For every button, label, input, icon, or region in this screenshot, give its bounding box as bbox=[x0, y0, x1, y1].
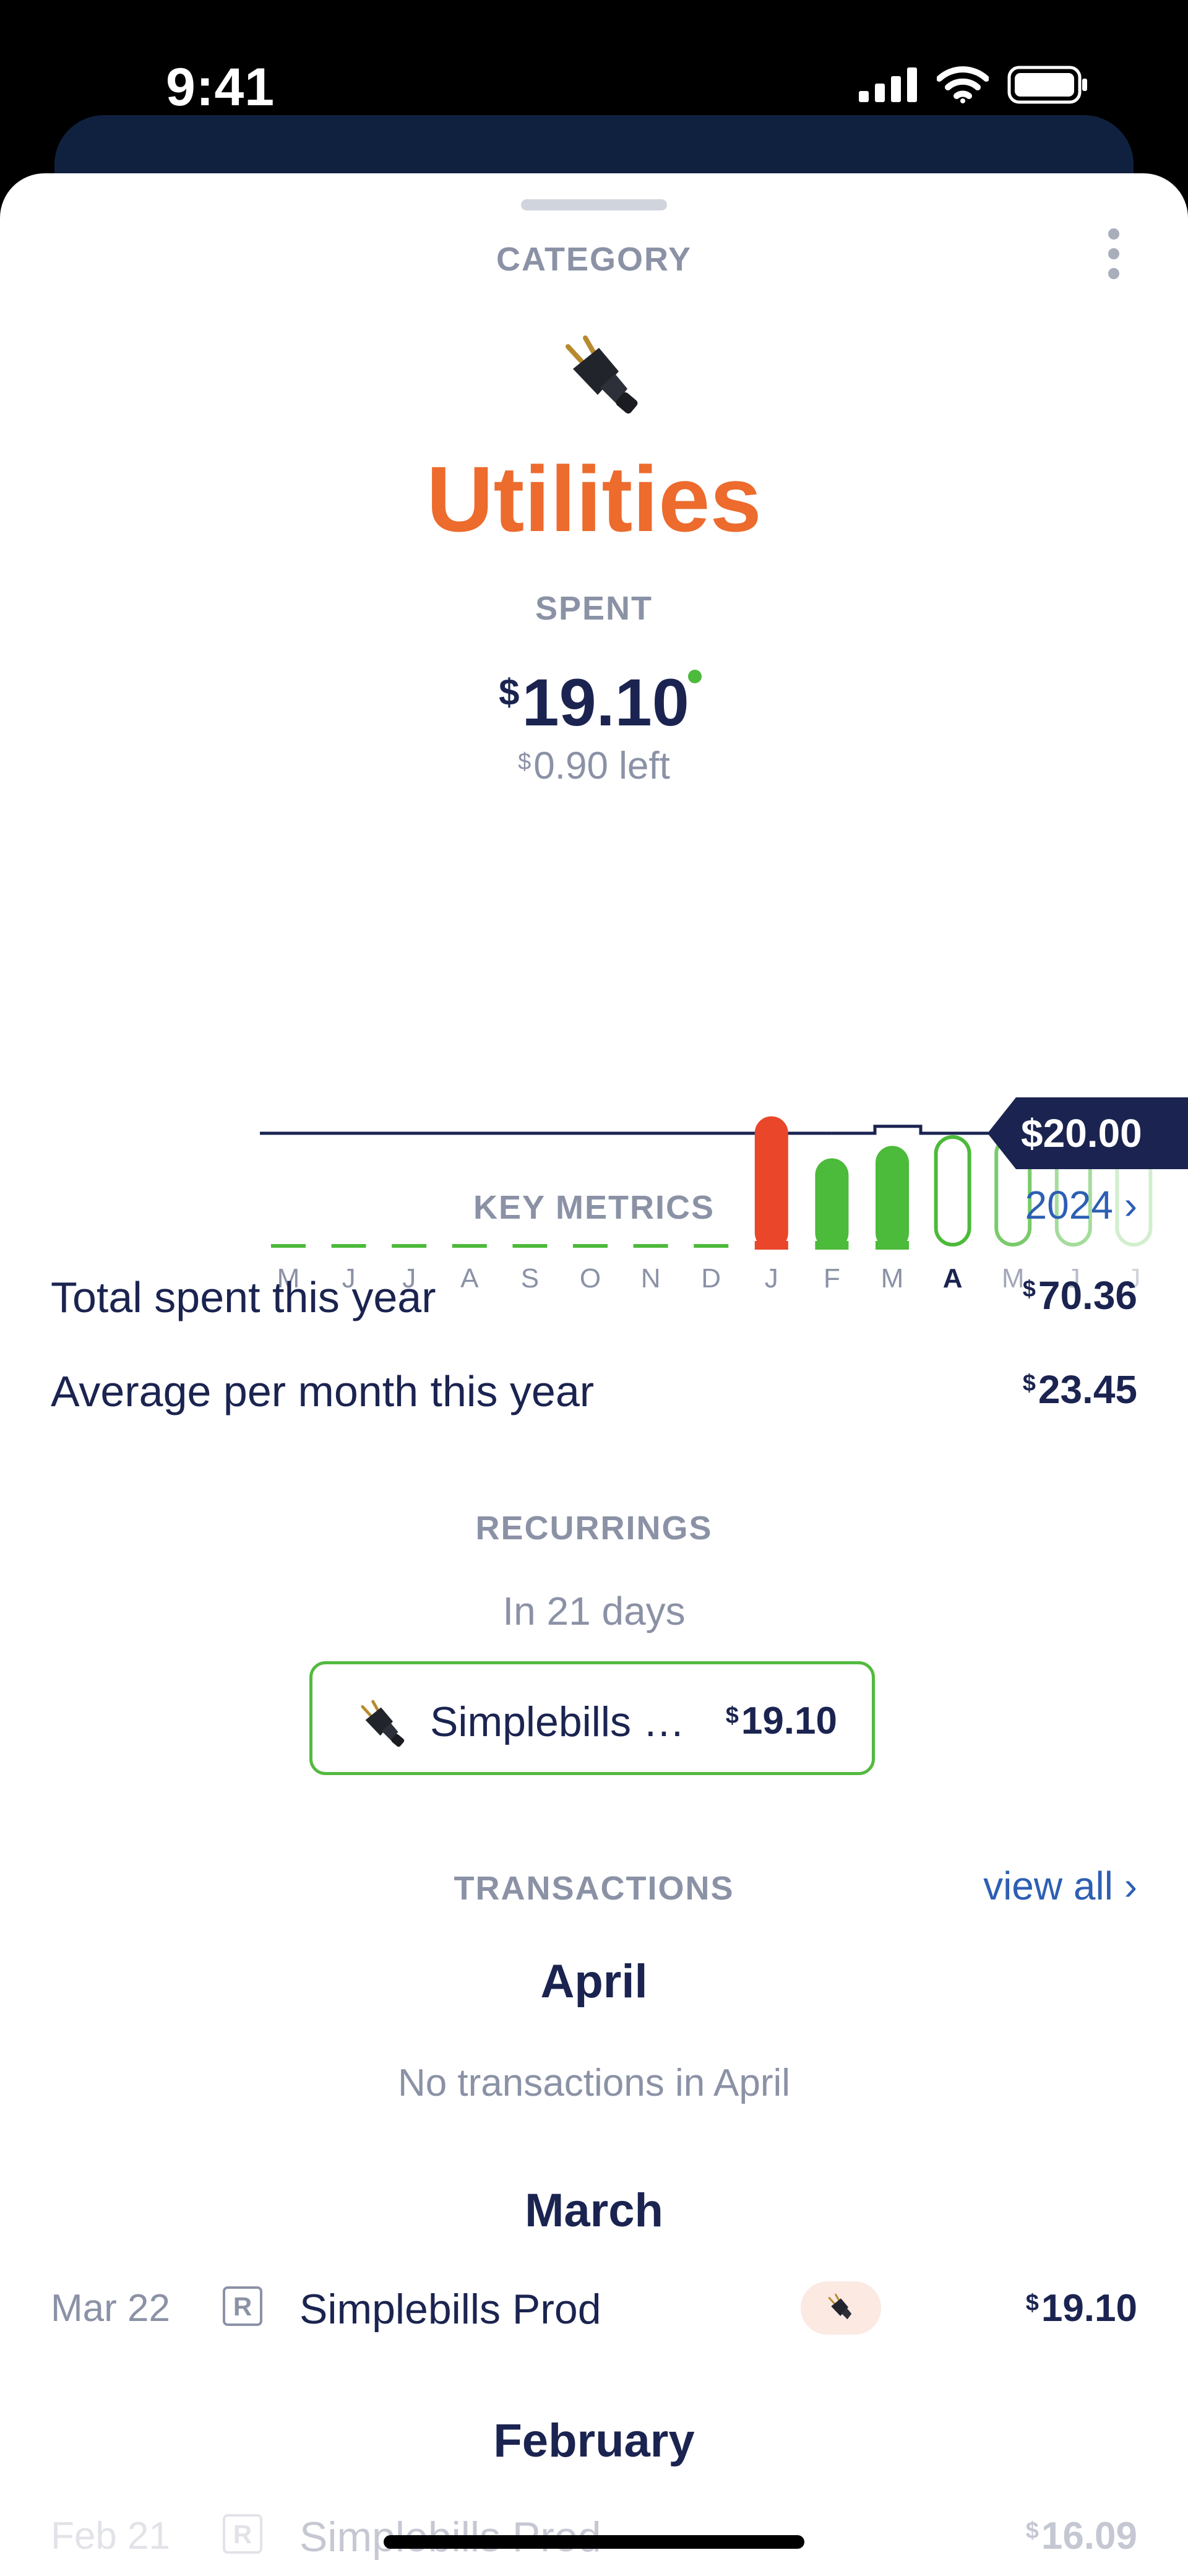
currency-symbol: $ bbox=[1025, 2518, 1039, 2544]
key-metrics-label: KEY METRICS bbox=[473, 1189, 715, 1226]
metric-label: Average per month this year bbox=[51, 1367, 595, 1416]
spent-value: 19.10 bbox=[522, 665, 689, 740]
recurrings-due: In 21 days bbox=[502, 1589, 686, 1633]
metric-average-per-month: Average per month this year $23.45 bbox=[51, 1367, 1137, 1416]
currency-symbol: $ bbox=[1022, 1370, 1036, 1396]
remaining-value: 0.90 left bbox=[533, 745, 670, 787]
category-pill[interactable] bbox=[801, 2281, 881, 2335]
category-label: CATEGORY bbox=[496, 241, 692, 278]
metric-value: $23.45 bbox=[1023, 1367, 1137, 1412]
transaction-value: 19.10 bbox=[1041, 2287, 1137, 2330]
monthly-spending-chart: M J J A S O N D J F M A M J J$20.00 bbox=[260, 1097, 1188, 1294]
currency-symbol: $ bbox=[725, 1703, 739, 1729]
transaction-date: Mar 22 bbox=[51, 2287, 170, 2330]
recurring-item-card[interactable]: Simplebills … $19.10 bbox=[309, 1661, 875, 1775]
wifi-icon bbox=[937, 66, 989, 103]
currency-symbol: $ bbox=[499, 672, 520, 713]
status-bar: 9:41 bbox=[0, 0, 1188, 117]
transaction-value: 16.09 bbox=[1041, 2515, 1137, 2557]
spent-amount: $19.10 bbox=[0, 663, 1188, 741]
transaction-row[interactable]: Mar 22 R Simplebills Prod $19.10 bbox=[51, 2273, 1137, 2341]
metric-amount: 23.45 bbox=[1038, 1367, 1137, 1412]
plug-icon bbox=[828, 2294, 852, 2320]
month-heading-march: March bbox=[525, 2184, 663, 2237]
recurrings-label: RECURRINGS bbox=[475, 1510, 713, 1547]
transaction-amount: $19.10 bbox=[1026, 2286, 1137, 2330]
month-heading-february: February bbox=[493, 2414, 695, 2467]
status-dot bbox=[688, 670, 702, 683]
battery-icon bbox=[1007, 66, 1087, 104]
budget-line-step bbox=[832, 1125, 990, 1135]
sheet-grabber[interactable] bbox=[521, 199, 667, 210]
transaction-name: Simplebills Prod bbox=[299, 2286, 601, 2333]
metric-amount: 70.36 bbox=[1038, 1273, 1137, 1318]
empty-month-message: No transactions in April bbox=[397, 2062, 791, 2104]
recurring-amount: $19.10 bbox=[726, 1699, 837, 1743]
metric-label: Total spent this year bbox=[51, 1273, 436, 1321]
recurring-value: 19.10 bbox=[741, 1700, 837, 1742]
chart-bar-base bbox=[754, 1241, 788, 1250]
plug-icon bbox=[566, 335, 638, 414]
category-title: Utilities bbox=[426, 447, 762, 551]
home-indicator[interactable] bbox=[384, 2535, 804, 2549]
recurring-badge: R bbox=[223, 2286, 262, 2326]
month-heading-april: April bbox=[540, 1955, 648, 2008]
transaction-amount: $16.09 bbox=[1026, 2514, 1137, 2558]
app-screen: 9:41 CATEGORY Utilities SPENT $19.10 $0.… bbox=[0, 0, 1188, 2576]
transaction-row[interactable]: Feb 21 R Simplebills Prod $16.09 bbox=[51, 2500, 1137, 2569]
currency-symbol: $ bbox=[518, 749, 532, 775]
transaction-date: Feb 21 bbox=[51, 2515, 171, 2557]
recurring-badge: R bbox=[223, 2514, 262, 2554]
currency-symbol: $ bbox=[1025, 2290, 1039, 2316]
view-all-transactions-link[interactable]: view all › bbox=[983, 1863, 1137, 1909]
metric-total-spent: Total spent this year $70.36 bbox=[51, 1273, 1137, 1322]
spent-label: SPENT bbox=[535, 590, 653, 627]
budget-tag-label: $20.00 bbox=[1021, 1111, 1142, 1156]
chart-bar-base bbox=[876, 1241, 909, 1250]
recurring-name: Simplebills … bbox=[430, 1698, 685, 1745]
chart-bar-base bbox=[815, 1241, 849, 1250]
plug-icon bbox=[361, 1700, 405, 1747]
chart-bar bbox=[754, 1116, 788, 1250]
status-time: 9:41 bbox=[166, 58, 275, 117]
metric-value: $70.36 bbox=[1023, 1273, 1137, 1318]
category-sheet: CATEGORY Utilities SPENT $19.10 $0.90 le… bbox=[0, 173, 1188, 2576]
status-icons bbox=[859, 66, 1089, 104]
remaining-amount: $0.90 left bbox=[0, 744, 1188, 788]
metrics-year-link[interactable]: 2024 › bbox=[1025, 1182, 1137, 1228]
currency-symbol: $ bbox=[1022, 1276, 1036, 1302]
signal-icon bbox=[859, 67, 917, 102]
